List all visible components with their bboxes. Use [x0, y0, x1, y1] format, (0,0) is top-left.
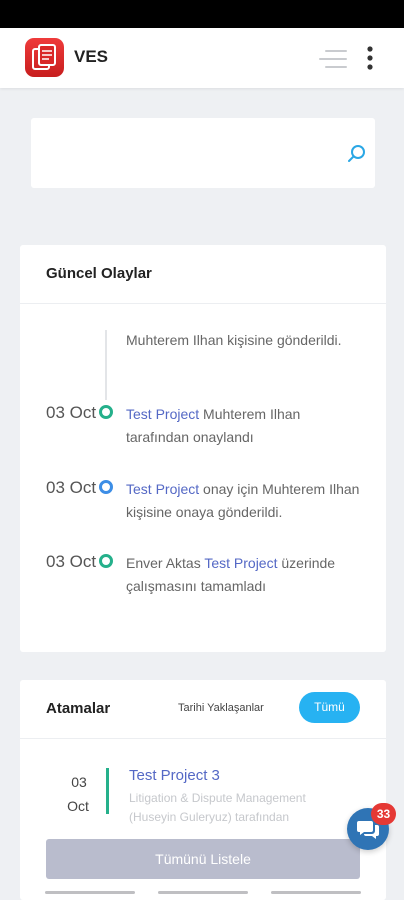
status-bar: [0, 0, 404, 28]
tab-upcoming[interactable]: Tarihi Yaklaşanlar: [178, 702, 264, 714]
event-text-prefix: Enver Aktas: [126, 555, 205, 571]
app-header: VES: [0, 28, 404, 88]
tab-all[interactable]: Tümü: [299, 692, 360, 723]
timeline-dot-icon: [99, 554, 113, 568]
search-box: [31, 118, 375, 188]
gesture-bar: [45, 891, 135, 894]
assignment-status-bar: [106, 768, 109, 814]
timeline-dot-icon: [99, 405, 113, 419]
assignment-day: 03: [71, 774, 87, 790]
project-link[interactable]: Test Project: [126, 481, 199, 497]
divider: [20, 303, 386, 304]
event-text: Test Project onay için Muhterem Ilhan ki…: [126, 478, 366, 524]
event-date: 03 Oct: [46, 552, 97, 571]
project-link[interactable]: Test Project: [126, 406, 199, 422]
gesture-bar: [158, 891, 248, 894]
divider: [20, 738, 386, 739]
menu-lines-icon[interactable]: [318, 48, 348, 70]
assignments-title: Atamalar: [46, 700, 111, 717]
event-text: Enver Aktas Test Project üzerinde çalışm…: [126, 552, 366, 598]
event-date: 03 Oct: [46, 478, 97, 497]
assignment-month: Oct: [67, 798, 89, 814]
notification-badge: 33: [371, 803, 396, 825]
search-input[interactable]: [45, 138, 335, 168]
app-title: VES: [74, 47, 109, 66]
event-text: Muhterem Ilhan kişisine gönderildi.: [126, 332, 342, 348]
gesture-bar: [271, 891, 361, 894]
event-text: Test Project Muhterem Ilhan tarafından o…: [126, 403, 366, 449]
assignment-description: Litigation & Dispute Management (Huseyin…: [129, 791, 306, 824]
events-title: Güncel Olaylar: [46, 265, 152, 282]
timeline-dot-icon: [99, 480, 113, 494]
list-all-button[interactable]: Tümünü Listele: [46, 839, 360, 879]
project-link[interactable]: Test Project: [204, 555, 277, 571]
assignment-title-link[interactable]: Test Project 3: [129, 767, 220, 784]
document-stack-icon[interactable]: [25, 38, 64, 77]
kebab-icon[interactable]: [362, 45, 378, 71]
event-date: 03 Oct: [46, 403, 97, 422]
timeline-line: [105, 330, 107, 400]
search-icon[interactable]: [346, 143, 368, 165]
